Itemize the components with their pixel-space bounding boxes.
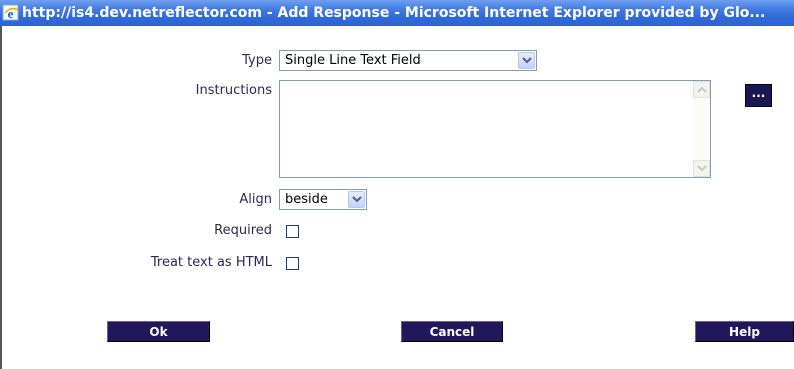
title-bar: e http://is4.dev.netreflector.com - Add … — [0, 0, 794, 26]
required-checkbox[interactable] — [286, 225, 299, 238]
help-button[interactable]: Help — [695, 321, 794, 342]
window-title: http://is4.dev.netreflector.com - Add Re… — [22, 5, 766, 21]
required-label: Required — [214, 223, 272, 238]
type-select-value: Single Line Text Field — [285, 53, 421, 68]
ie-icon: e — [2, 4, 20, 22]
chevron-up-icon — [697, 86, 707, 93]
chevron-down-icon[interactable] — [348, 191, 365, 208]
type-select[interactable]: Single Line Text Field — [279, 50, 537, 71]
treat-html-label: Treat text as HTML — [150, 255, 272, 270]
align-label: Align — [239, 192, 272, 207]
align-select-value: beside — [285, 192, 328, 207]
chevron-down-icon — [697, 165, 707, 172]
dialog-window: e http://is4.dev.netreflector.com - Add … — [0, 0, 794, 369]
instructions-textarea[interactable] — [279, 80, 711, 178]
treat-html-checkbox[interactable] — [286, 257, 299, 270]
chevron-down-icon[interactable] — [518, 52, 535, 69]
scroll-up-button[interactable] — [693, 81, 710, 98]
window-frame — [0, 26, 2, 369]
instructions-browse-button[interactable]: ... — [745, 84, 772, 107]
ok-button[interactable]: Ok — [107, 321, 210, 342]
instructions-label: Instructions — [195, 83, 272, 98]
type-label: Type — [242, 53, 272, 68]
scroll-down-button[interactable] — [693, 160, 710, 177]
align-select[interactable]: beside — [279, 189, 367, 210]
textarea-scrollbar[interactable] — [693, 81, 710, 177]
cancel-button[interactable]: Cancel — [401, 321, 503, 342]
